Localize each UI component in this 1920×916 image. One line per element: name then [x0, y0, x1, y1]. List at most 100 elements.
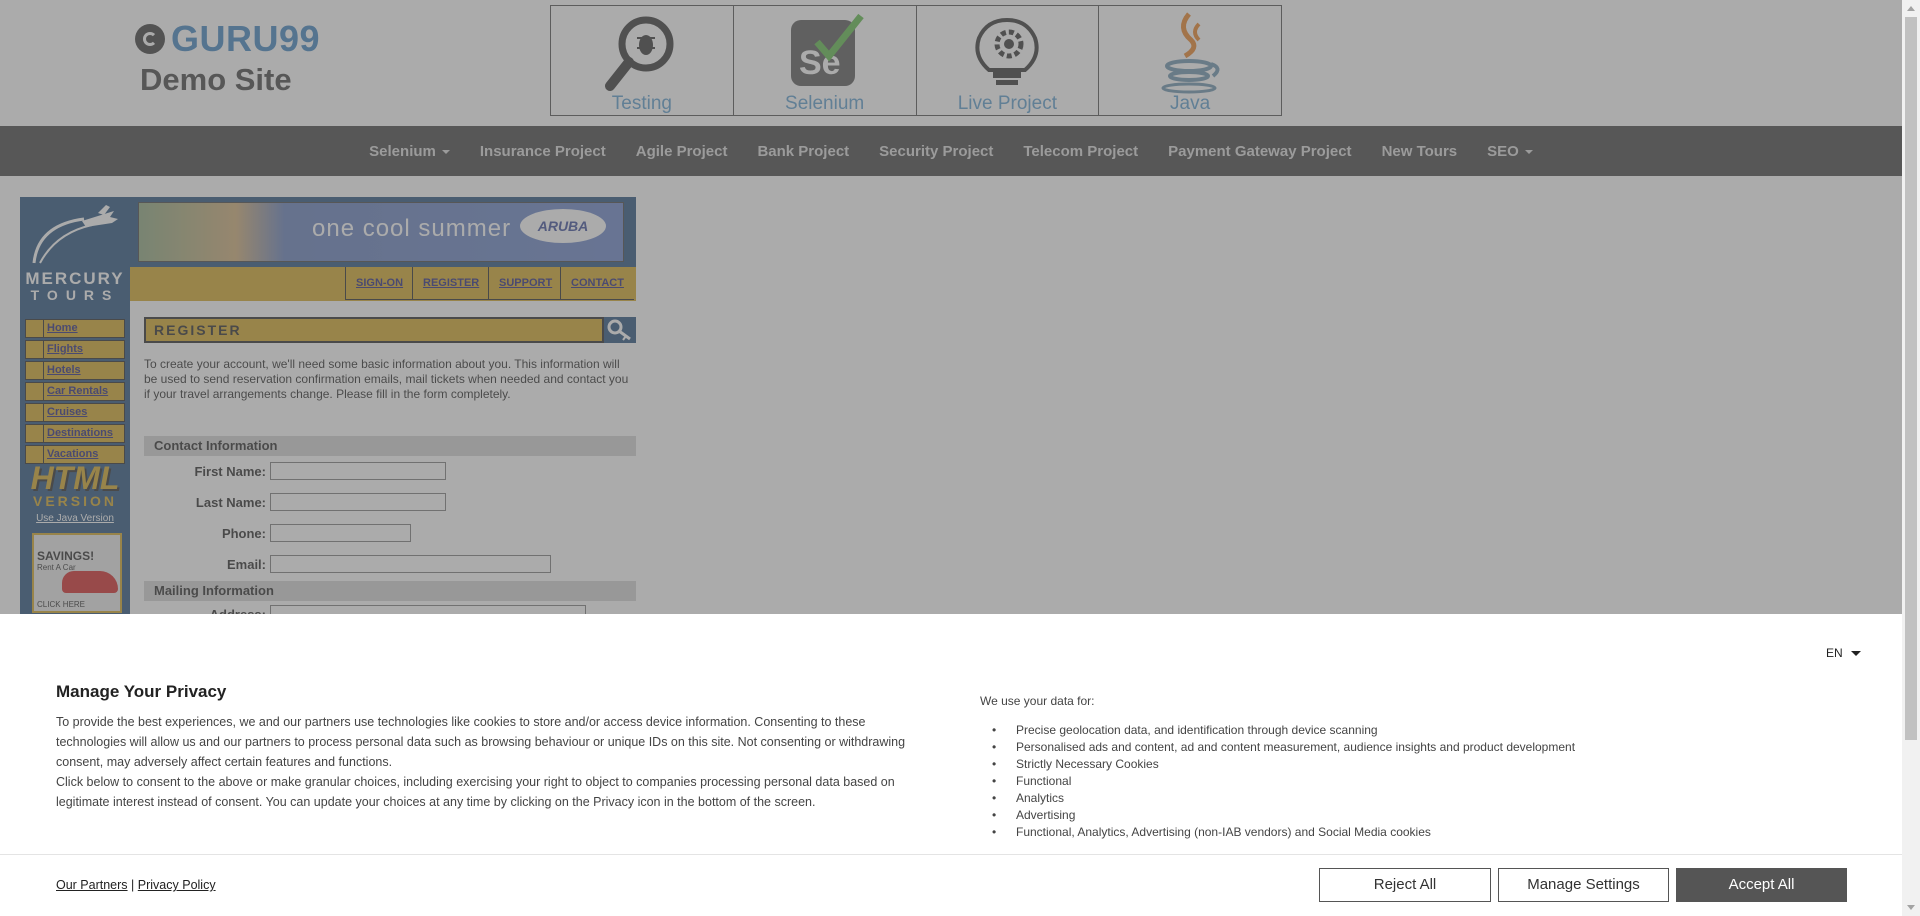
nav-telecom-project[interactable]: Telecom Project	[1008, 143, 1153, 160]
use-java-version-link[interactable]: Use Java Version	[20, 513, 130, 524]
nav-agile-project[interactable]: Agile Project	[621, 143, 743, 160]
language-label: EN	[1826, 646, 1843, 660]
testing-magnifier-bug-icon	[604, 16, 674, 91]
our-partners-link[interactable]: Our Partners	[56, 878, 128, 892]
nav-seo[interactable]: SEO	[1472, 143, 1548, 160]
last-name-label: Last Name:	[195, 495, 266, 510]
consent-paragraph-1: To provide the best experiences, we and …	[56, 715, 906, 769]
left-nav-cruises[interactable]: Cruises	[44, 404, 87, 421]
tab-support[interactable]: SUPPORT	[488, 267, 563, 300]
email-field[interactable]	[270, 555, 551, 573]
nav-label: Selenium	[369, 142, 436, 160]
java-cup-icon	[1161, 12, 1220, 94]
scroll-down-arrow-icon[interactable]	[1902, 899, 1920, 916]
left-nav-item: Home	[25, 319, 125, 338]
manage-settings-button[interactable]: Manage Settings	[1498, 868, 1669, 902]
privacy-consent-dialog: EN Manage Your Privacy To provide the be…	[0, 614, 1902, 916]
data-use-list: Precise geolocation data, and identifica…	[980, 722, 1575, 841]
left-nav-car-rentals[interactable]: Car Rentals	[44, 383, 108, 400]
data-use-item: Strictly Necessary Cookies	[980, 756, 1575, 773]
left-nav-hotels[interactable]: Hotels	[44, 362, 81, 379]
first-name-row: First Name:	[144, 461, 636, 483]
caret-down-icon	[441, 149, 450, 154]
data-use-heading: We use your data for:	[980, 694, 1095, 708]
left-nav-destinations[interactable]: Destinations	[44, 425, 113, 442]
ad-click-here: CLICK HERE	[37, 600, 86, 609]
tab-register[interactable]: REGISTER	[412, 267, 490, 300]
rent-a-car-ad[interactable]: SAVINGS! Rent A Car CLICK HERE	[32, 533, 122, 613]
left-nav-item: Flights	[25, 340, 125, 359]
scrollbar-thumb[interactable]	[1905, 17, 1917, 740]
aruba-logo: ARUBA	[520, 209, 606, 243]
airplane-swoosh-logo-icon	[32, 205, 118, 264]
email-label: Email:	[226, 557, 266, 572]
contact-information-header: Contact Information	[144, 436, 636, 456]
nav-insurance-project[interactable]: Insurance Project	[465, 143, 621, 160]
mercury-tours-frame: MERCURY TOURS Home Flights Hotels Car Re…	[20, 197, 636, 617]
language-selector[interactable]: EN	[1826, 646, 1861, 660]
mailing-information-header: Mailing Information	[144, 581, 636, 601]
nav-bank-project[interactable]: Bank Project	[742, 143, 864, 160]
top-link-selenium[interactable]: Se Selenium	[734, 6, 917, 115]
mercury-main-column: one cool summer ARUBA SIGN-ON REGISTER S…	[130, 197, 636, 617]
phone-field[interactable]	[270, 524, 411, 542]
selenium-icon: Se	[790, 13, 864, 86]
nav-selenium[interactable]: Selenium	[354, 143, 465, 160]
top-link-live-project[interactable]: Live Project	[917, 6, 1100, 115]
accept-all-button[interactable]: Accept All	[1676, 868, 1847, 902]
page-scrollbar[interactable]	[1902, 0, 1920, 916]
data-use-item: Functional, Analytics, Advertising (non-…	[980, 824, 1575, 841]
mercury-brand-line1: MERCURY	[25, 269, 125, 288]
caret-down-icon	[1524, 149, 1533, 154]
top-link-label: Live Project	[957, 93, 1058, 114]
nav-new-tours[interactable]: New Tours	[1367, 143, 1473, 160]
nav-bullet-icon	[26, 425, 44, 442]
nav-label: SEO	[1487, 142, 1519, 160]
email-row: Email:	[144, 554, 636, 576]
data-use-item: Analytics	[980, 790, 1575, 807]
left-nav-flights[interactable]: Flights	[44, 341, 83, 358]
nav-payment-gateway-project[interactable]: Payment Gateway Project	[1153, 143, 1366, 160]
left-nav-home[interactable]: Home	[44, 320, 78, 337]
html-version-sub: VERSION	[32, 493, 117, 509]
privacy-policy-link[interactable]: Privacy Policy	[138, 878, 216, 892]
top-link-java[interactable]: Java	[1099, 6, 1281, 115]
mercury-brand: MERCURY TOURS	[22, 269, 128, 303]
top-link-label: Selenium	[785, 93, 865, 114]
last-name-row: Last Name:	[144, 492, 636, 514]
ad-title: SAVINGS!	[37, 549, 95, 563]
nav-bullet-icon	[26, 320, 44, 337]
logo-brand: GURU99	[171, 18, 321, 59]
data-use-item: Personalised ads and content, ad and con…	[980, 739, 1575, 756]
caret-down-icon	[1850, 651, 1861, 657]
mercury-tabs: SIGN-ON REGISTER SUPPORT CONTACT	[130, 267, 636, 301]
nav-bullet-icon	[26, 341, 44, 358]
red-car-image	[62, 571, 118, 593]
last-name-field[interactable]	[270, 493, 446, 511]
nav-security-project[interactable]: Security Project	[864, 143, 1008, 160]
consent-links: Our Partners | Privacy Policy	[56, 878, 216, 892]
nav-bullet-icon	[26, 383, 44, 400]
scroll-up-arrow-icon[interactable]	[1902, 0, 1920, 17]
mercury-left-column: MERCURY TOURS Home Flights Hotels Car Re…	[20, 197, 130, 617]
nav-bullet-icon	[26, 404, 44, 421]
guru99-logo[interactable]: GURU99 Demo Site	[135, 18, 320, 98]
banner-text: one cool summer	[312, 215, 512, 242]
left-nav-item: Car Rentals	[25, 382, 125, 401]
page-title: REGISTER	[154, 322, 242, 338]
html-version-title: HTML	[30, 460, 120, 496]
data-use-item: Precise geolocation data, and identifica…	[980, 722, 1575, 739]
mercury-brand-line2: TOURS	[30, 287, 120, 303]
left-nav: Home Flights Hotels Car Rentals Cruises …	[25, 319, 125, 466]
phone-row: Phone:	[144, 523, 636, 545]
first-name-field[interactable]	[270, 462, 446, 480]
guru99-logo-icon	[135, 24, 165, 54]
consent-paragraph-2: Click below to consent to the above or m…	[56, 775, 895, 809]
left-nav-item: Hotels	[25, 361, 125, 380]
tab-contact[interactable]: CONTACT	[560, 267, 634, 300]
reject-all-button[interactable]: Reject All	[1319, 868, 1491, 902]
aruba-banner: one cool summer ARUBA	[130, 197, 636, 267]
top-link-testing[interactable]: Testing	[551, 6, 734, 115]
left-nav-item: Cruises	[25, 403, 125, 422]
tab-sign-on[interactable]: SIGN-ON	[345, 267, 414, 300]
